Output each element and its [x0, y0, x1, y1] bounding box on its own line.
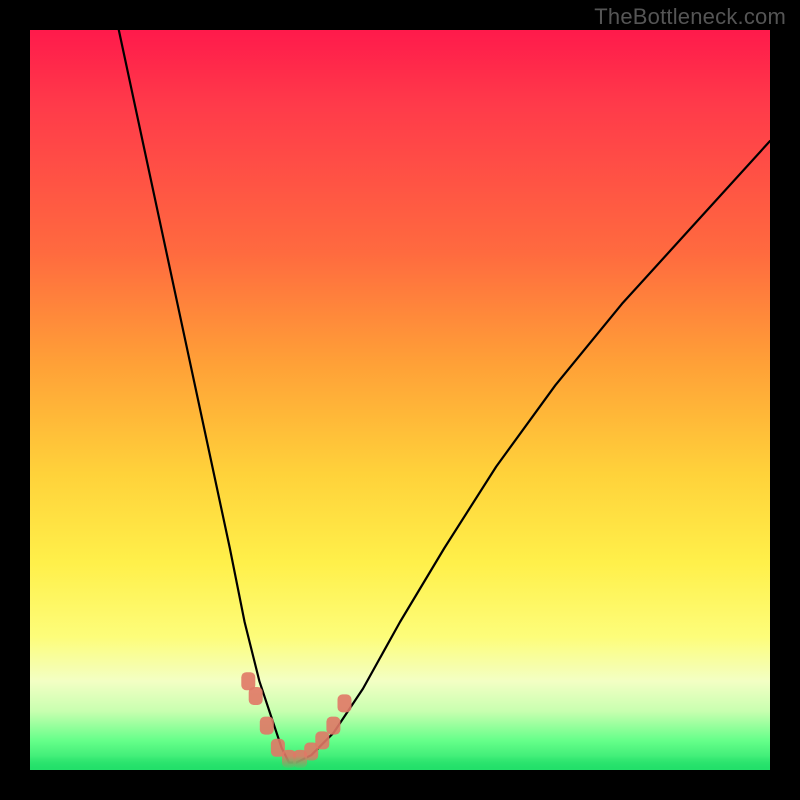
bottleneck-curve [119, 30, 770, 763]
plot-area [30, 30, 770, 770]
marker-point [315, 731, 329, 749]
chart-frame: TheBottleneck.com [0, 0, 800, 800]
marker-point [338, 694, 352, 712]
marker-point [249, 687, 263, 705]
curve-layer [30, 30, 770, 770]
marker-point [260, 717, 274, 735]
highlighted-points [241, 672, 351, 768]
marker-point [326, 717, 340, 735]
watermark-text: TheBottleneck.com [594, 4, 786, 30]
